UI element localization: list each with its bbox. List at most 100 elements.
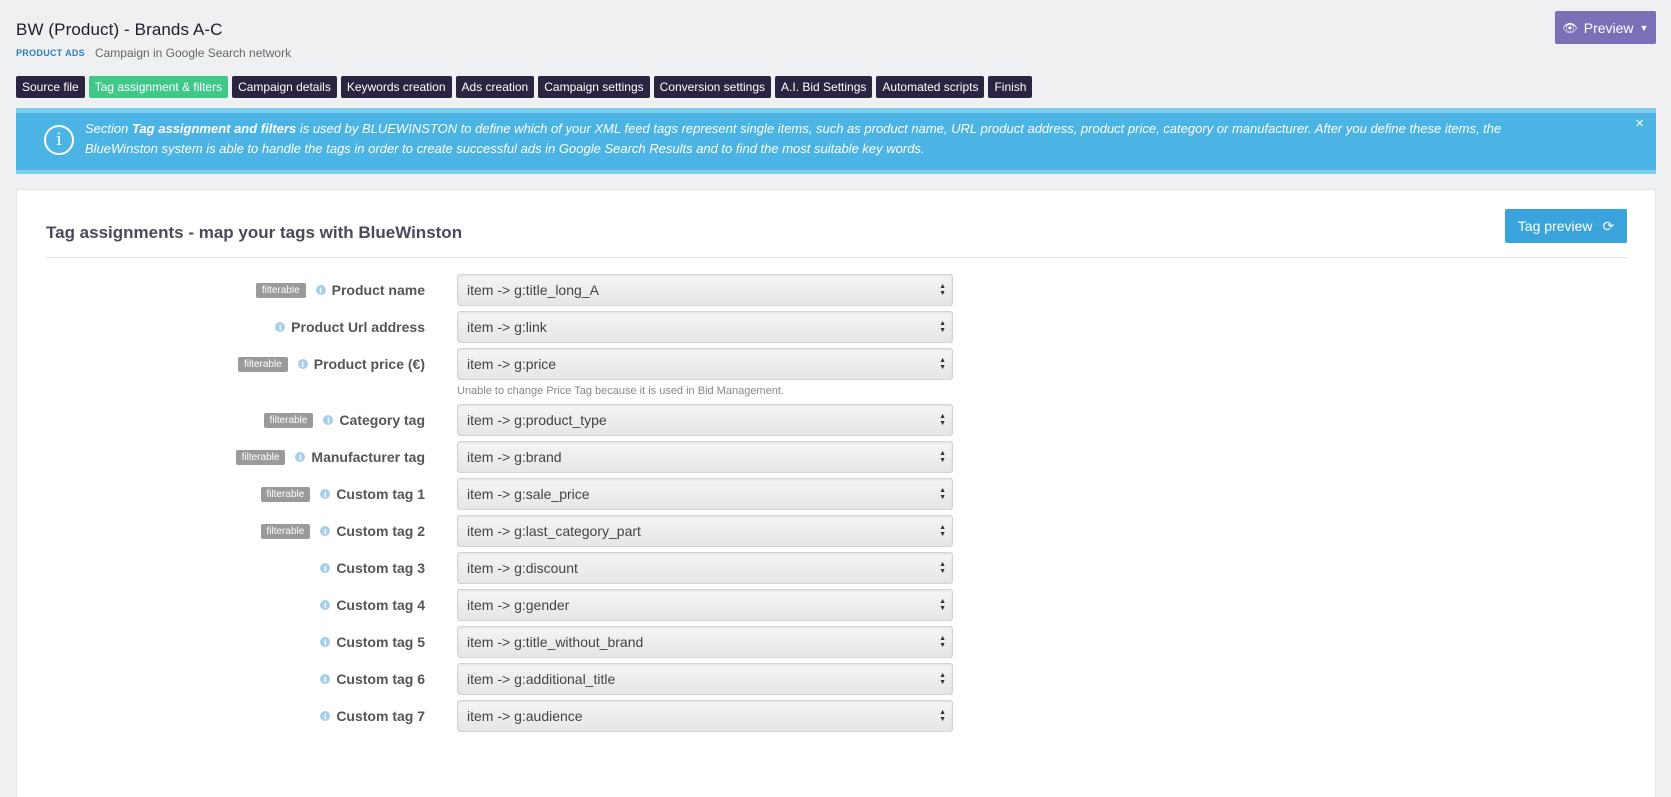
select-arrows-icon: ▲ ▼ xyxy=(939,413,946,427)
tag-row-label: i Custom tag 4 xyxy=(320,589,425,621)
tag-row-label: i Custom tag 7 xyxy=(320,700,425,732)
tag-select[interactable]: item -> g:last_category_part ▲ ▼ xyxy=(457,515,953,547)
filterable-badge: filterable xyxy=(235,449,286,465)
eye-icon: 👁 xyxy=(1562,20,1578,35)
select-arrows-icon: ▲ ▼ xyxy=(939,672,946,686)
close-icon[interactable]: × xyxy=(1635,115,1644,132)
filterable-badge: filterable xyxy=(260,523,311,539)
info-banner-prefix: Section xyxy=(85,121,132,136)
info-icon[interactable]: i xyxy=(275,322,286,332)
tag-label: Custom tag 3 xyxy=(336,560,425,576)
select-arrows-icon: ▲ ▼ xyxy=(939,635,946,649)
tag-select[interactable]: item -> g:title_long_A ▲ ▼ xyxy=(457,274,953,306)
tag-select-value: item -> g:product_type xyxy=(467,412,607,428)
info-icon[interactable]: i xyxy=(320,637,331,647)
tag-select[interactable]: item -> g:gender ▲ ▼ xyxy=(457,589,953,621)
tag-select-value: item -> g:discount xyxy=(467,560,578,576)
tag-row-label: filterable i Product name xyxy=(255,274,425,306)
divider xyxy=(46,257,1627,258)
tag-preview-button[interactable]: Tag preview ⟳ xyxy=(1505,209,1627,243)
tag-row-label: filterable i Product price (€) xyxy=(237,348,425,380)
preview-button[interactable]: 👁 Preview ▼ xyxy=(1555,11,1656,44)
tab-campaign-settings[interactable]: Campaign settings xyxy=(538,76,650,98)
tag-select-value: item -> g:price xyxy=(467,356,557,372)
tab-finish[interactable]: Finish xyxy=(988,76,1033,98)
tag-row-label: i Product Url address xyxy=(275,311,425,343)
tag-row-label: filterable i Custom tag 1 xyxy=(260,478,425,510)
tag-select-value: item -> g:audience xyxy=(467,708,583,724)
tag-row: filterable i Category tag item -> g:product… xyxy=(17,404,1655,436)
step-tabs: Source file Tag assignment & filters Campa… xyxy=(16,76,1033,98)
filterable-badge: filterable xyxy=(260,486,311,502)
tag-row-label: i Custom tag 3 xyxy=(320,552,425,584)
price-help-text: Unable to change Price Tag because it is… xyxy=(457,385,784,397)
info-banner-section-name: Tag assignment and filters xyxy=(131,121,297,136)
tag-row-label: i Custom tag 5 xyxy=(320,626,425,658)
filterable-badge: filterable xyxy=(255,282,306,298)
tag-row-label: filterable i Custom tag 2 xyxy=(260,515,425,547)
info-icon[interactable]: i xyxy=(320,674,331,684)
tag-select[interactable]: item -> g:price ▲ ▼ xyxy=(457,348,953,380)
preview-button-label: Preview xyxy=(1583,19,1634,36)
select-arrows-icon: ▲ ▼ xyxy=(939,709,946,723)
campaign-subtitle: Campaign in Google Search network xyxy=(94,46,292,60)
tag-row: i Custom tag 7 item -> g:audience ▲ ▼ xyxy=(17,700,1655,732)
info-icon[interactable]: i xyxy=(320,489,331,499)
tag-select[interactable]: item -> g:additional_title ▲ ▼ xyxy=(457,663,953,695)
info-circle-icon: i xyxy=(44,125,74,155)
tag-row: filterable i Custom tag 1 item -> g:sale_pr… xyxy=(17,478,1655,510)
tag-label: Custom tag 7 xyxy=(336,708,425,724)
info-icon[interactable]: i xyxy=(323,415,334,425)
info-icon[interactable]: i xyxy=(295,452,306,462)
tab-ads-creation[interactable]: Ads creation xyxy=(455,76,535,98)
select-arrows-icon: ▲ ▼ xyxy=(939,283,946,297)
tag-label: Custom tag 4 xyxy=(336,597,425,613)
tag-select[interactable]: item -> g:product_type ▲ ▼ xyxy=(457,404,953,436)
tag-select-value: item -> g:gender xyxy=(467,597,570,613)
refresh-icon: ⟳ xyxy=(1602,217,1615,234)
tag-label: Manufacturer tag xyxy=(311,449,425,465)
select-arrows-icon: ▲ ▼ xyxy=(939,561,946,575)
tab-a-i-bid-settings[interactable]: A.I. Bid Settings xyxy=(775,76,873,98)
info-icon[interactable]: i xyxy=(320,711,331,721)
info-icon[interactable]: i xyxy=(320,600,331,610)
info-banner: i Section Tag assignment and filters is … xyxy=(16,108,1656,174)
tag-select-value: item -> g:last_category_part xyxy=(467,523,641,539)
tag-select[interactable]: item -> g:title_without_brand ▲ ▼ xyxy=(457,626,953,658)
tab-conversion-settings[interactable]: Conversion settings xyxy=(653,76,772,98)
info-banner-text: Section Tag assignment and filters is us… xyxy=(85,119,1565,159)
info-icon[interactable]: i xyxy=(315,285,326,295)
filterable-badge: filterable xyxy=(263,412,314,428)
tab-keywords-creation[interactable]: Keywords creation xyxy=(340,76,452,98)
tag-preview-label: Tag preview xyxy=(1517,218,1593,234)
tag-select-value: item -> g:link xyxy=(467,319,547,335)
tab-campaign-details[interactable]: Campaign details xyxy=(232,76,337,98)
tag-row: filterable i Manufacturer tag item -> g:bra… xyxy=(17,441,1655,473)
tag-assignments-panel: Tag assignments - map your tags with Blu… xyxy=(16,189,1656,797)
tag-row: filterable i Product price (€) item -> g:pr… xyxy=(17,348,1655,380)
tag-row: i Product Url address item -> g:link ▲ ▼ xyxy=(17,311,1655,343)
info-icon[interactable]: i xyxy=(320,563,331,573)
tag-row: filterable i Custom tag 2 item -> g:last_ca… xyxy=(17,515,1655,547)
tag-row: i Custom tag 6 item -> g:additional_title ▲… xyxy=(17,663,1655,695)
select-arrows-icon: ▲ ▼ xyxy=(939,450,946,464)
tab-automated-scripts[interactable]: Automated scripts xyxy=(876,76,985,98)
product-ads-badge: PRODUCT ADS xyxy=(16,48,85,58)
info-icon[interactable]: i xyxy=(297,359,308,369)
tag-select[interactable]: item -> g:brand ▲ ▼ xyxy=(457,441,953,473)
tag-select-value: item -> g:title_long_A xyxy=(467,282,599,298)
select-arrows-icon: ▲ ▼ xyxy=(939,598,946,612)
tag-row-label: filterable i Manufacturer tag xyxy=(235,441,425,473)
tab-source-file[interactable]: Source file xyxy=(16,76,85,98)
info-icon[interactable]: i xyxy=(320,526,331,536)
tag-label: Product Url address xyxy=(291,319,425,335)
tag-select[interactable]: item -> g:discount ▲ ▼ xyxy=(457,552,953,584)
tag-select[interactable]: item -> g:sale_price ▲ ▼ xyxy=(457,478,953,510)
tag-label: Custom tag 1 xyxy=(336,486,425,502)
tag-select[interactable]: item -> g:audience ▲ ▼ xyxy=(457,700,953,732)
tab-tag-assignment-filters[interactable]: Tag assignment & filters xyxy=(88,76,229,98)
filterable-badge: filterable xyxy=(237,356,288,372)
tag-row: filterable i Product name item -> g:title_l… xyxy=(17,274,1655,306)
select-arrows-icon: ▲ ▼ xyxy=(939,487,946,501)
tag-select[interactable]: item -> g:link ▲ ▼ xyxy=(457,311,953,343)
